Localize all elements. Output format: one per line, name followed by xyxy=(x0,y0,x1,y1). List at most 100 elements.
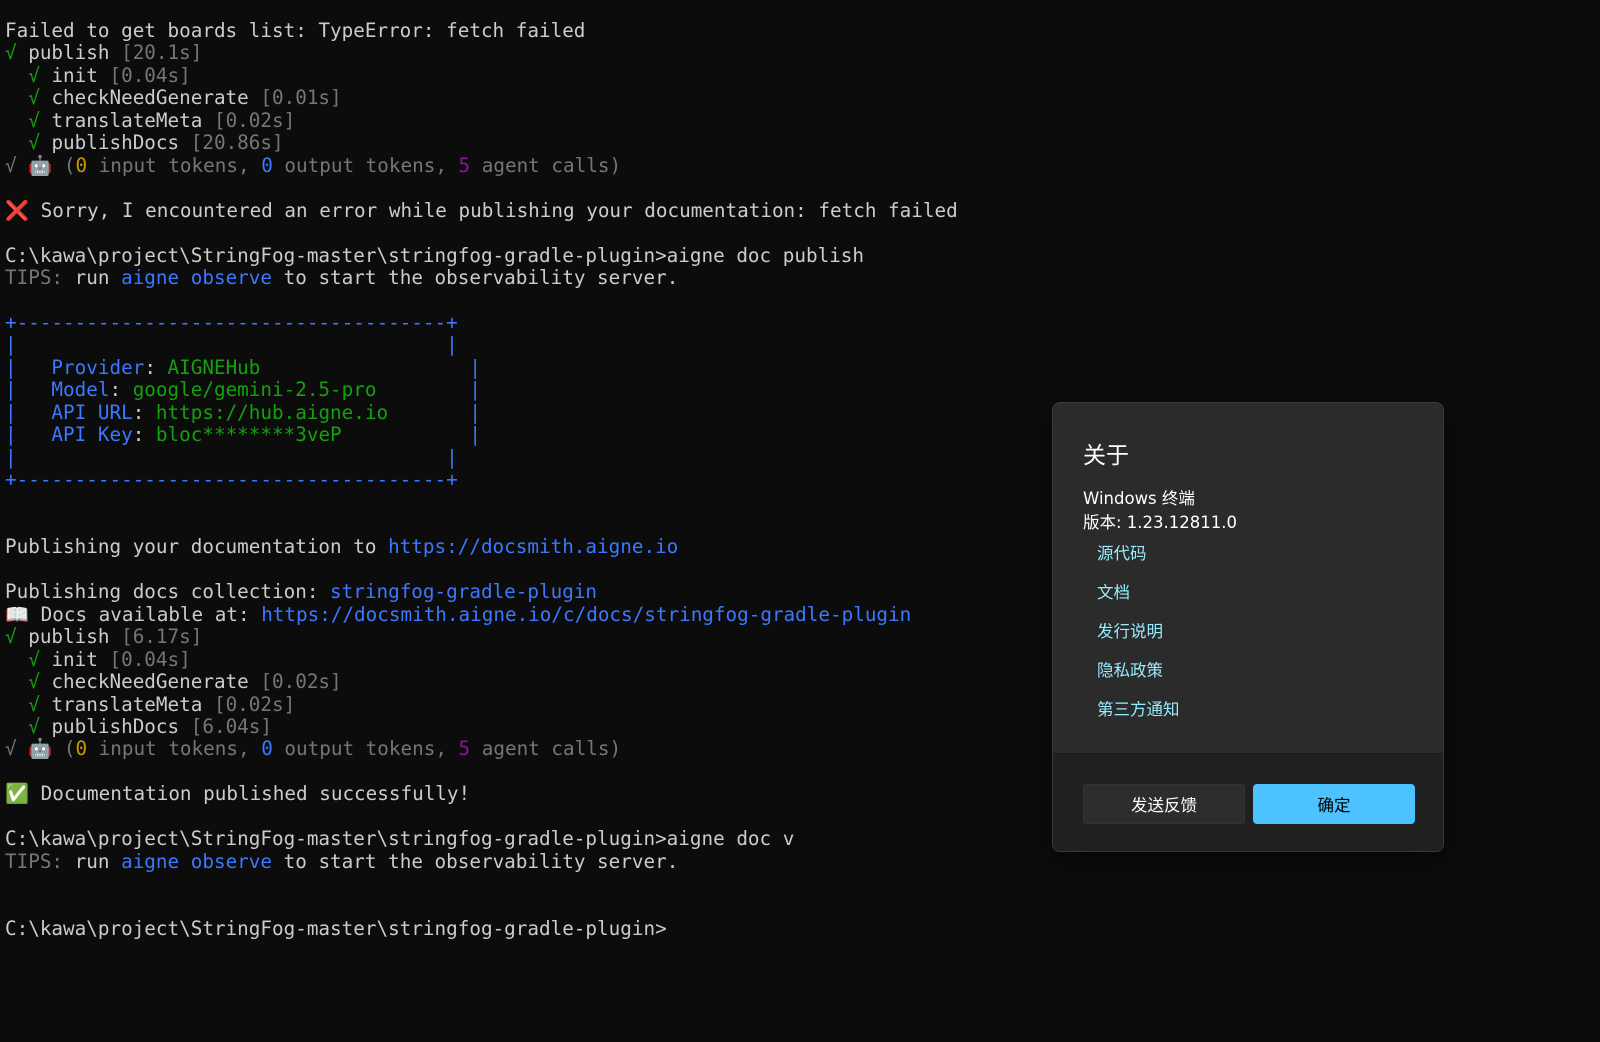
terminal-text: [6.04s] xyxy=(190,714,273,738)
terminal-line: | API URL: https://hub.aigne.io | xyxy=(5,400,481,424)
terminal-text: [20.1s] xyxy=(121,41,203,65)
terminal-text: output tokens, xyxy=(272,153,459,177)
terminal-text: √ xyxy=(5,737,29,761)
terminal-line: √ init [0.04s] xyxy=(5,647,191,671)
terminal-text: | xyxy=(388,400,481,424)
dialog-title: 关于 xyxy=(1083,443,1129,469)
terminal-text: https://docsmith.aigne.io/c/docs/stringf… xyxy=(261,602,912,626)
terminal-text: Failed to get boards list: TypeError: fe… xyxy=(5,19,586,42)
terminal-text: 📖 xyxy=(5,602,30,626)
terminal-text: agent calls) xyxy=(470,737,622,761)
terminal-text: √ xyxy=(5,153,29,177)
terminal-text: √ xyxy=(5,108,52,132)
terminal-line: √ checkNeedGenerate [0.02s] xyxy=(5,670,342,694)
terminal-text: | | xyxy=(5,445,458,469)
terminal-line: | | xyxy=(5,445,458,469)
terminal-text: [20.86s] xyxy=(190,131,284,155)
terminal-text: to start the observability server. xyxy=(272,849,679,873)
terminal-line: C:\kawa\project\StringFog-master\stringf… xyxy=(5,828,794,850)
terminal-text: init xyxy=(51,63,110,87)
terminal-line: Publishing your documentation to https:/… xyxy=(5,536,678,558)
terminal-line: √ 🤖 (0 input tokens, 0 output tokens, 5 … xyxy=(5,153,622,177)
terminal-text: translateMeta xyxy=(51,108,214,132)
terminal-line: +-------------------------------------+ xyxy=(5,469,458,491)
documentation-link[interactable]: 文档 xyxy=(1097,579,1130,603)
terminal-text: | | xyxy=(5,333,458,357)
terminal-text: input tokens, xyxy=(87,737,262,761)
terminal-line: | Provider: AIGNEHub | xyxy=(5,355,481,379)
terminal-line: √ translateMeta [0.02s] xyxy=(5,108,295,132)
terminal-text: aigne observe xyxy=(121,265,273,289)
app-name: Windows 终端 xyxy=(1083,489,1195,508)
terminal-line: | API Key: bloc********3veP | xyxy=(5,424,481,446)
terminal-text: √ xyxy=(5,714,52,738)
terminal-text: √ xyxy=(5,625,29,649)
terminal-text: +-------------------------------------+ xyxy=(5,468,458,491)
terminal-text: agent calls) xyxy=(470,153,622,177)
terminal-text: output tokens, xyxy=(272,737,459,761)
terminal-line: √ checkNeedGenerate [0.01s] xyxy=(5,86,342,110)
terminal-line: √ translateMeta [0.02s] xyxy=(5,692,296,716)
ok-button[interactable]: 确定 xyxy=(1253,784,1415,824)
source-code-link[interactable]: 源代码 xyxy=(1097,540,1147,564)
terminal-text: 0 xyxy=(261,153,273,177)
terminal-line: √ init [0.04s] xyxy=(5,63,191,87)
terminal-text: stringfog-gradle-plugin xyxy=(330,580,598,604)
terminal-line: Publishing docs collection: stringfog-gr… xyxy=(5,581,597,603)
terminal-text: https://docsmith.aigne.io xyxy=(388,535,679,559)
terminal-text: ( xyxy=(52,153,76,177)
terminal-line: √ publishDocs [20.86s] xyxy=(5,131,284,155)
third-party-notices-link[interactable]: 第三方通知 xyxy=(1097,696,1180,720)
terminal-text: | API Key xyxy=(5,423,133,447)
terminal-text: Documentation published successfully! xyxy=(29,782,471,806)
version-text: 版本: 1.23.12811.0 xyxy=(1083,513,1238,532)
privacy-policy-link[interactable]: 隐私政策 xyxy=(1097,657,1163,681)
terminal-text: run xyxy=(63,265,122,289)
terminal-text: 0 xyxy=(261,737,273,761)
terminal-text: 🤖 xyxy=(28,737,53,761)
terminal-line: Failed to get boards list: TypeError: fe… xyxy=(5,20,585,42)
terminal-line: ❌ Sorry, I encountered an error while pu… xyxy=(5,198,958,222)
terminal-line: √ publish [6.17s] xyxy=(5,626,202,648)
terminal-text: √ xyxy=(5,86,52,110)
terminal-text: publish xyxy=(28,41,122,65)
terminal-text: publishDocs xyxy=(51,714,191,738)
terminal-text: 0 xyxy=(75,737,88,761)
terminal-line: C:\kawa\project\StringFog-master\stringf… xyxy=(5,243,865,267)
terminal-line: TIPS: run aigne observe to start the obs… xyxy=(5,265,679,289)
terminal-text: √ xyxy=(5,692,52,716)
send-feedback-button[interactable]: 发送反馈 xyxy=(1083,784,1245,824)
terminal-text: AIGNEHub xyxy=(167,355,261,379)
terminal-line: 📖 Docs available at: https://docsmith.ai… xyxy=(5,602,912,626)
terminal-text: ❌ xyxy=(5,198,30,222)
terminal-text: [0.04s] xyxy=(109,647,191,671)
release-notes-link[interactable]: 发行说明 xyxy=(1097,618,1163,642)
terminal-text: Publishing docs collection: xyxy=(5,580,331,604)
terminal-text: [0.02s] xyxy=(213,692,296,716)
terminal-text: publishDocs xyxy=(51,131,191,155)
terminal-line: | Model: google/gemini-2.5-pro | xyxy=(5,379,481,401)
terminal-text: https://hub.aigne.io xyxy=(155,400,389,424)
terminal-text: C:\kawa\project\StringFog-master\stringf… xyxy=(5,243,865,267)
terminal-text: √ xyxy=(5,131,52,155)
terminal-text: C:\kawa\project\StringFog-master\stringf… xyxy=(5,917,667,940)
terminal-text: [6.17s] xyxy=(121,625,203,649)
terminal-text: √ xyxy=(5,41,29,65)
dialog-footer: 发送反馈 确定 xyxy=(1053,753,1443,851)
terminal-text: +-------------------------------------+ xyxy=(5,310,458,334)
about-dialog: 关于 Windows 终端 版本: 1.23.12811.0 源代码 文档 发行… xyxy=(1052,402,1444,852)
terminal-text: | xyxy=(376,378,481,402)
terminal-text: to start the observability server. xyxy=(272,265,679,289)
terminal-text: [0.02s] xyxy=(260,670,342,694)
terminal-text: : xyxy=(132,400,156,424)
terminal-text: 🤖 xyxy=(28,153,53,177)
terminal-text: √ xyxy=(5,63,52,87)
terminal-text: : xyxy=(109,378,133,402)
terminal-text: : xyxy=(132,423,156,447)
terminal-line: ✅ Documentation published successfully! xyxy=(5,783,470,805)
terminal-text: aigne observe xyxy=(121,849,273,873)
terminal-line: | | xyxy=(5,334,458,356)
terminal-text: [0.01s] xyxy=(260,86,342,110)
terminal-text: publish xyxy=(28,625,122,649)
terminal-text: input tokens, xyxy=(87,153,262,177)
